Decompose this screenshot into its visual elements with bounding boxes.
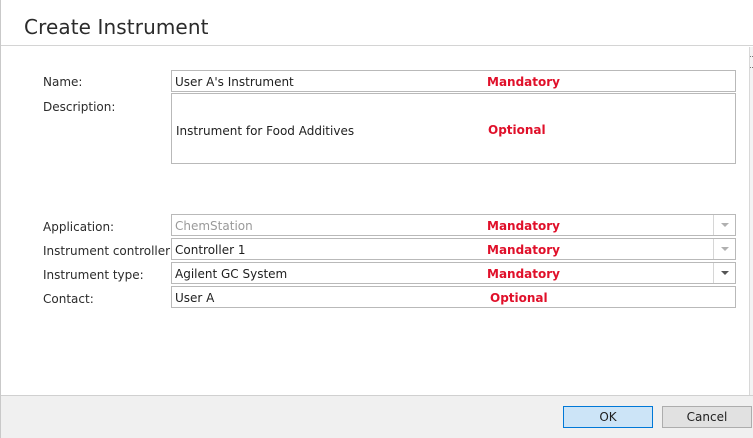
instrument-type-label: Instrument type: — [43, 268, 144, 282]
dialog-footer: OK Cancel — [1, 395, 753, 438]
controller-mandatory-hint: Mandatory — [487, 243, 560, 257]
controller-dropdown-button — [713, 239, 735, 259]
contact-value: User A — [175, 291, 215, 305]
application-mandatory-hint: Mandatory — [487, 219, 560, 233]
instrument-type-combobox[interactable]: Agilent GC System Mandatory — [171, 262, 736, 284]
controller-combobox: Controller 1 Mandatory — [171, 238, 736, 260]
ok-button[interactable]: OK — [563, 406, 653, 428]
chevron-down-icon — [721, 271, 729, 275]
application-dropdown-button — [713, 215, 735, 235]
description-field[interactable]: Instrument for Food Additives Optional — [171, 93, 736, 164]
application-combobox: ChemStation Mandatory — [171, 214, 736, 236]
contact-field[interactable]: User A Optional — [171, 286, 736, 308]
contact-optional-hint: Optional — [490, 291, 548, 305]
contact-label: Contact: — [43, 292, 94, 306]
controller-label: Instrument controller: — [43, 244, 174, 258]
vertical-scrollbar[interactable] — [749, 47, 753, 395]
name-label: Name: — [43, 75, 83, 89]
controller-value: Controller 1 — [175, 243, 246, 257]
instrument-type-value: Agilent GC System — [175, 267, 288, 281]
cancel-button[interactable]: Cancel — [662, 406, 752, 428]
chevron-down-icon — [721, 223, 729, 227]
name-mandatory-hint: Mandatory — [487, 75, 560, 89]
instrument-type-dropdown-button[interactable] — [713, 263, 735, 283]
name-value: User A's Instrument — [175, 75, 294, 89]
application-value: ChemStation — [175, 219, 253, 233]
chevron-down-icon — [721, 247, 729, 251]
create-instrument-dialog: Create Instrument Name: User A's Instrum… — [0, 0, 753, 438]
description-label: Description: — [43, 100, 116, 114]
description-optional-hint: Optional — [488, 123, 546, 137]
description-value: Instrument for Food Additives — [176, 124, 355, 138]
application-label: Application: — [43, 220, 115, 234]
name-field[interactable]: User A's Instrument Mandatory — [171, 70, 736, 92]
dialog-title: Create Instrument — [24, 15, 209, 39]
instrument-type-mandatory-hint: Mandatory — [487, 267, 560, 281]
dialog-title-bar: Create Instrument — [1, 0, 753, 46]
